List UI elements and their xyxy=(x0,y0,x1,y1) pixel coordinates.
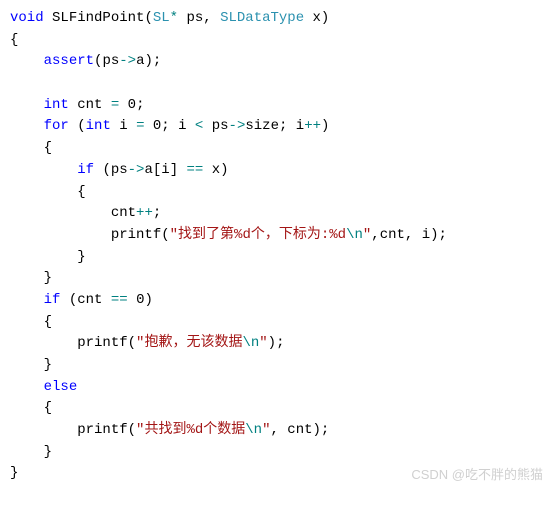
ident-cnt: cnt xyxy=(77,292,102,308)
printf-call: printf xyxy=(77,422,127,438)
brace-close: } xyxy=(44,357,52,373)
paren: ) xyxy=(321,118,329,134)
ident-size: size xyxy=(245,118,279,134)
brace-open: { xyxy=(44,314,52,330)
escape: \n xyxy=(245,422,262,438)
ident-cnt: cnt xyxy=(287,422,312,438)
ident-i: i xyxy=(296,118,304,134)
paren: ( xyxy=(128,422,136,438)
semi: ; xyxy=(153,205,161,221)
comma: , xyxy=(270,422,278,438)
ident-a: a xyxy=(144,162,152,178)
semi: ; xyxy=(153,53,161,69)
keyword-else: else xyxy=(44,379,78,395)
printf-call: printf xyxy=(77,335,127,351)
escape: \n xyxy=(346,227,363,243)
string-literal: "找到了第%d个，下标为:%d xyxy=(170,227,346,243)
ident-ps: ps xyxy=(212,118,229,134)
semi: ; xyxy=(279,118,287,134)
paren: ) xyxy=(144,53,152,69)
ident-ps: ps xyxy=(111,162,128,178)
ident-x: x xyxy=(212,162,220,178)
paren: ) xyxy=(430,227,438,243)
semi: ; xyxy=(276,335,284,351)
ident-i: i xyxy=(178,118,186,134)
paren: ( xyxy=(77,118,85,134)
type-sl: SL xyxy=(153,10,170,26)
brace-close: } xyxy=(44,444,52,460)
keyword-if: if xyxy=(77,162,94,178)
ident-cnt: cnt xyxy=(77,97,102,113)
escape: \n xyxy=(242,335,259,351)
eqeq: == xyxy=(187,162,204,178)
param-ps: ps xyxy=(186,10,203,26)
string-literal: "抱歉，无该数据 xyxy=(136,335,242,351)
paren: ) xyxy=(268,335,276,351)
comma: , xyxy=(203,10,211,26)
keyword-for: for xyxy=(44,118,69,134)
keyword-void: void xyxy=(10,10,44,26)
ident-i: i xyxy=(422,227,430,243)
function-name: SLFindPoint xyxy=(52,10,144,26)
paren: ( xyxy=(102,162,110,178)
comma: , xyxy=(405,227,413,243)
arrow: -> xyxy=(119,53,136,69)
type-sldatatype: SLDataType xyxy=(220,10,304,26)
eq: = xyxy=(136,118,144,134)
string-literal: "共找到%d个数据 xyxy=(136,422,245,438)
ident-cnt: cnt xyxy=(111,205,136,221)
assert-call: assert xyxy=(44,53,94,69)
keyword-int: int xyxy=(44,97,69,113)
paren: ) xyxy=(220,162,228,178)
comma: , xyxy=(371,227,379,243)
brace-open: { xyxy=(10,32,18,48)
star: * xyxy=(170,10,178,26)
arrow: -> xyxy=(229,118,246,134)
ident-cnt: cnt xyxy=(380,227,405,243)
param-x: x xyxy=(313,10,321,26)
printf-call: printf xyxy=(111,227,161,243)
brace-open: { xyxy=(77,184,85,200)
eq: = xyxy=(111,97,119,113)
incr: ++ xyxy=(304,118,321,134)
bracket: ] xyxy=(170,162,178,178)
semi: ; xyxy=(161,118,169,134)
paren: ( xyxy=(128,335,136,351)
ident-i: i xyxy=(119,118,127,134)
semi: ; xyxy=(136,97,144,113)
incr: ++ xyxy=(136,205,153,221)
num-0: 0 xyxy=(128,97,136,113)
brace-close: } xyxy=(77,249,85,265)
eqeq: == xyxy=(111,292,128,308)
ident-i: i xyxy=(161,162,169,178)
paren: ) xyxy=(313,422,321,438)
paren: ( xyxy=(161,227,169,243)
code-block: void SLFindPoint ( SL* ps, SLDataType x) {… xyxy=(10,8,545,485)
semi: ; xyxy=(439,227,447,243)
brace-close: } xyxy=(10,465,18,481)
paren: ) xyxy=(144,292,152,308)
arrow: -> xyxy=(128,162,145,178)
brace-close: } xyxy=(44,270,52,286)
brace-open: { xyxy=(44,400,52,416)
keyword-int: int xyxy=(86,118,111,134)
semi: ; xyxy=(321,422,329,438)
paren-close: ) xyxy=(321,10,329,26)
keyword-if: if xyxy=(44,292,61,308)
lt: < xyxy=(195,118,203,134)
ident-ps: ps xyxy=(102,53,119,69)
brace-open: { xyxy=(44,140,52,156)
paren: ( xyxy=(69,292,77,308)
string-quote: " xyxy=(259,335,267,351)
